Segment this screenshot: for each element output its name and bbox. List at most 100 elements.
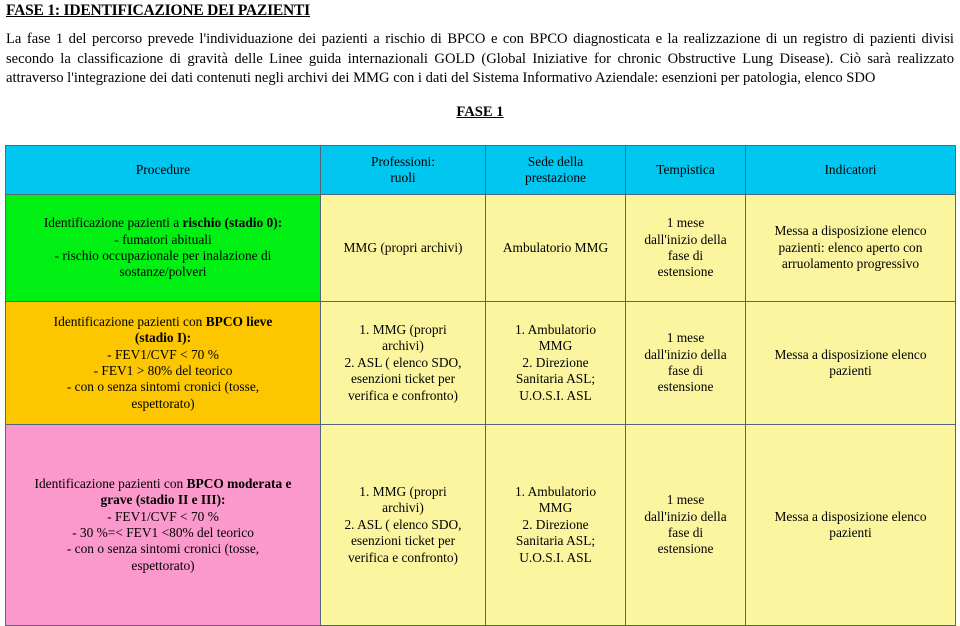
cell-professioni: MMG (propri archivi) (320, 194, 486, 302)
table-row: Identificazione pazienti con BPCO modera… (5, 424, 956, 626)
column-header-professioni-line1: Professioni: (371, 153, 435, 169)
indicatori-line-2: pazienti (829, 363, 872, 378)
tempistica-line-3: fase di (667, 248, 704, 263)
procedure-title-line: Identificazione pazienti con BPCO lieve (10, 314, 316, 330)
sede-line-3: 2. Direzione (522, 354, 589, 370)
professioni-line-4: esenzioni ticket per (350, 533, 456, 549)
column-header-professioni: Professioni: ruoli (320, 145, 486, 195)
tempistica-line-1: 1 mese (666, 215, 705, 231)
intro-paragraph: La fase 1 del percorso prevede l'individ… (6, 30, 954, 89)
indicatori-line-1: Messa a disposizione elenco (774, 223, 927, 239)
page-title: FASE 1: IDENTIFICAZIONE DEI PAZIENTI (6, 2, 311, 19)
procedure-line-4: sostanze/polveri (119, 264, 207, 280)
procedure-title-bold: BPCO lieve (205, 313, 273, 329)
cell-sede: 1. Ambulatorio MMG 2. Direzione Sanitari… (485, 424, 626, 626)
procedure-line-2: grave (stadio II e III): (100, 492, 226, 508)
procedure-line-4: - FEV1 > 80% del teorico (93, 363, 233, 378)
professioni-line-5: verifica e confronto) (347, 387, 459, 403)
cell-tempistica: 1 mese dall'inizio della fase di estensi… (625, 194, 746, 302)
tempistica-line-1: 1 mese (666, 330, 705, 346)
indicatori-line-3: arruolamento progressivo (781, 256, 920, 272)
procedure-title-plain: Identificazione pazienti con (53, 313, 206, 329)
table-header: Procedure Professioni: ruoli Sede della … (5, 145, 956, 195)
cell-tempistica: 1 mese dall'inizio della fase di estensi… (625, 424, 746, 626)
column-header-sede: Sede della prestazione (485, 145, 626, 195)
sede-line-5: U.O.S.I. ASL (519, 387, 592, 403)
procedure-title-plain: Identificazione pazienti a (43, 215, 183, 231)
professioni-line-4: esenzioni ticket per (350, 371, 456, 387)
tempistica-line-2: dall'inizio della (644, 346, 727, 362)
professioni-line-1: 1. MMG (propri (359, 321, 447, 337)
procedure-line-3: - rischio occupazionale per inalazione d… (54, 248, 272, 263)
procedure-title-line: Identificazione pazienti con BPCO modera… (10, 476, 316, 492)
sede-line-1: 1. Ambulatorio (514, 321, 597, 337)
phase-label: FASE 1 (456, 104, 504, 120)
table-body: Identificazione pazienti a rischio (stad… (5, 194, 956, 626)
column-header-professioni-line2: ruoli (390, 170, 416, 185)
procedure-title-plain: Identificazione pazienti con (34, 475, 187, 491)
sede-line-1: Ambulatorio MMG (502, 239, 609, 255)
procedure-title-bold: rischio (stadio 0): (182, 215, 283, 231)
phase-matrix-table-wrapper: Procedure Professioni: ruoli Sede della … (5, 145, 956, 626)
professioni-line-3: 2. ASL ( elenco SDO, (344, 516, 462, 532)
sede-line-2: MMG (538, 500, 573, 516)
procedure-line-6: espettorato) (131, 557, 195, 573)
phase-matrix-table: Procedure Professioni: ruoli Sede della … (5, 145, 956, 626)
indicatori-line-1: Messa a disposizione elenco (774, 346, 927, 362)
column-header-tempistica: Tempistica (625, 145, 746, 195)
cell-sede: Ambulatorio MMG (485, 194, 626, 302)
professioni-line-2: archivi) (382, 338, 424, 354)
cell-tempistica: 1 mese dall'inizio della fase di estensi… (625, 301, 746, 425)
tempistica-line-1: 1 mese (666, 492, 705, 508)
procedure-title-line: Identificazione pazienti a rischio (stad… (10, 215, 316, 231)
intro-text: La fase 1 del percorso prevede l'individ… (6, 31, 954, 86)
sede-line-2: MMG (538, 338, 573, 354)
tempistica-line-4: estensione (657, 264, 714, 280)
procedure-line-4: - 30 %=< FEV1 <80% del teorico (72, 525, 254, 540)
sede-line-1: 1. Ambulatorio (514, 483, 597, 499)
cell-procedure-stadio-0: Identificazione pazienti a rischio (stad… (5, 194, 321, 302)
professioni-line-5: verifica e confronto) (347, 549, 459, 565)
professioni-line-1: 1. MMG (propri (359, 483, 447, 499)
procedure-line-3: - FEV1/CVF < 70 % (107, 508, 219, 524)
cell-indicatori: Messa a disposizione elenco pazienti: el… (745, 194, 956, 302)
professioni-line-1: MMG (propri archivi) (343, 239, 463, 255)
sede-line-4: Sanitaria ASL; (515, 371, 596, 387)
indicatori-line-2: pazienti (829, 525, 872, 540)
column-header-sede-line1: Sede della (527, 153, 584, 169)
tempistica-line-4: estensione (657, 379, 714, 395)
column-header-procedure: Procedure (5, 145, 321, 195)
professioni-line-3: 2. ASL ( elenco SDO, (344, 354, 462, 370)
procedure-line-5: - con o senza sintomi cronici (tosse, (66, 541, 260, 557)
tempistica-line-4: estensione (657, 541, 714, 557)
cell-indicatori: Messa a disposizione elenco pazienti (745, 301, 956, 425)
procedure-line-2: (stadio I): (134, 330, 192, 346)
procedure-title-bold: BPCO moderata e (186, 475, 292, 491)
table-row: Identificazione pazienti con BPCO lieve … (5, 301, 956, 425)
indicatori-line-1: Messa a disposizione elenco (774, 508, 927, 524)
cell-professioni: 1. MMG (propri archivi) 2. ASL ( elenco … (320, 301, 486, 425)
table-row: Identificazione pazienti a rischio (stad… (5, 194, 956, 302)
procedure-line-3: - FEV1/CVF < 70 % (107, 346, 219, 362)
column-header-tempistica-line1: Tempistica (656, 161, 715, 177)
tempistica-line-3: fase di (667, 363, 704, 378)
cell-procedure-stadio-1: Identificazione pazienti con BPCO lieve … (5, 301, 321, 425)
cell-sede: 1. Ambulatorio MMG 2. Direzione Sanitari… (485, 301, 626, 425)
cell-procedure-stadio-2-3: Identificazione pazienti con BPCO modera… (5, 424, 321, 626)
sede-line-5: U.O.S.I. ASL (519, 549, 592, 565)
table-header-row: Procedure Professioni: ruoli Sede della … (5, 145, 956, 195)
indicatori-line-2: pazienti: elenco aperto con (778, 239, 923, 255)
document-page: FASE 1: IDENTIFICAZIONE DEI PAZIENTI La … (0, 0, 960, 626)
cell-professioni: 1. MMG (propri archivi) 2. ASL ( elenco … (320, 424, 486, 626)
cell-indicatori: Messa a disposizione elenco pazienti (745, 424, 956, 626)
professioni-line-2: archivi) (382, 500, 424, 516)
procedure-line-2: - fumatori abituali (114, 231, 212, 247)
tempistica-line-2: dall'inizio della (644, 508, 727, 524)
procedure-line-6: espettorato) (131, 395, 195, 411)
column-header-indicatori: Indicatori (745, 145, 956, 195)
column-header-sede-line2: prestazione (525, 170, 586, 185)
column-header-indicatori-line1: Indicatori (824, 161, 877, 177)
tempistica-line-3: fase di (667, 525, 704, 540)
column-header-procedure-line1: Procedure (135, 161, 191, 177)
tempistica-line-2: dall'inizio della (644, 231, 727, 247)
